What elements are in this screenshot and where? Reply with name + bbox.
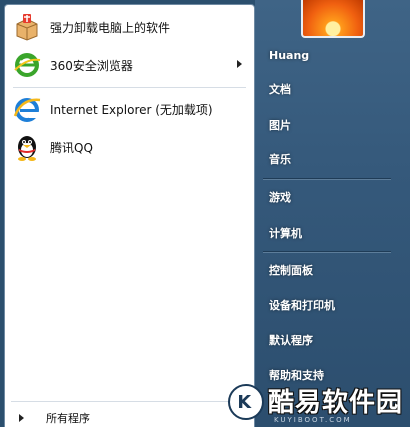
pinned-program-qq[interactable]: 腾讯QQ — [9, 129, 250, 165]
places-pane: Huang 文档 图片 音乐 游戏 计算机 控制面板 设备和打印机 默认程序 帮… — [255, 0, 410, 427]
program-label: Internet Explorer (无加载项) — [50, 102, 213, 117]
pinned-program-uninstaller[interactable]: 强力卸载电脑上的软件 — [9, 9, 250, 45]
right-item-user[interactable]: Huang — [269, 48, 309, 64]
arrow-right-icon — [19, 414, 24, 422]
watermark-text: 酷易软件园 — [268, 388, 404, 418]
internet-explorer-icon — [13, 98, 41, 122]
pinned-program-360-browser[interactable]: 360安全浏览器 — [9, 47, 250, 83]
qq-penguin-icon — [18, 136, 36, 161]
watermark-url: KUYIBOOT.COM — [274, 416, 352, 424]
right-item-computer[interactable]: 计算机 — [269, 226, 302, 242]
user-avatar[interactable] — [301, 0, 365, 38]
right-item-default-programs[interactable]: 默认程序 — [269, 333, 313, 349]
right-item-documents[interactable]: 文档 — [269, 82, 291, 98]
all-programs-divider — [11, 401, 248, 402]
all-programs-label: 所有程序 — [46, 412, 90, 425]
uninstall-box-icon — [16, 14, 38, 41]
places-divider — [263, 178, 391, 179]
program-label: 腾讯QQ — [50, 140, 93, 155]
pinned-program-internet-explorer[interactable]: Internet Explorer (无加载项) — [9, 91, 250, 127]
program-label: 强力卸载电脑上的软件 — [50, 20, 171, 35]
right-item-games[interactable]: 游戏 — [269, 190, 291, 206]
right-item-devices-printers[interactable]: 设备和打印机 — [269, 298, 335, 314]
submenu-arrow-icon[interactable] — [237, 60, 242, 68]
pinned-divider — [13, 87, 246, 88]
right-item-music[interactable]: 音乐 — [269, 152, 291, 168]
right-item-control-panel[interactable]: 控制面板 — [269, 263, 313, 279]
programs-pane: 强力卸载电脑上的软件 360安全浏览器 Internet Explorer (无… — [4, 4, 255, 427]
start-menu: 强力卸载电脑上的软件 360安全浏览器 Internet Explorer (无… — [0, 0, 410, 427]
all-programs-button[interactable]: 所有程序 — [9, 409, 250, 427]
watermark-logo: K — [228, 384, 264, 420]
360-browser-icon — [14, 53, 41, 77]
program-label: 360安全浏览器 — [50, 58, 133, 73]
k-logo-icon: K — [237, 393, 252, 413]
right-item-pictures[interactable]: 图片 — [269, 118, 291, 134]
places-divider — [263, 251, 391, 252]
svg-text:K: K — [237, 393, 252, 413]
watermark: K 酷易软件园 KUYIBOOT.COM — [226, 380, 410, 427]
